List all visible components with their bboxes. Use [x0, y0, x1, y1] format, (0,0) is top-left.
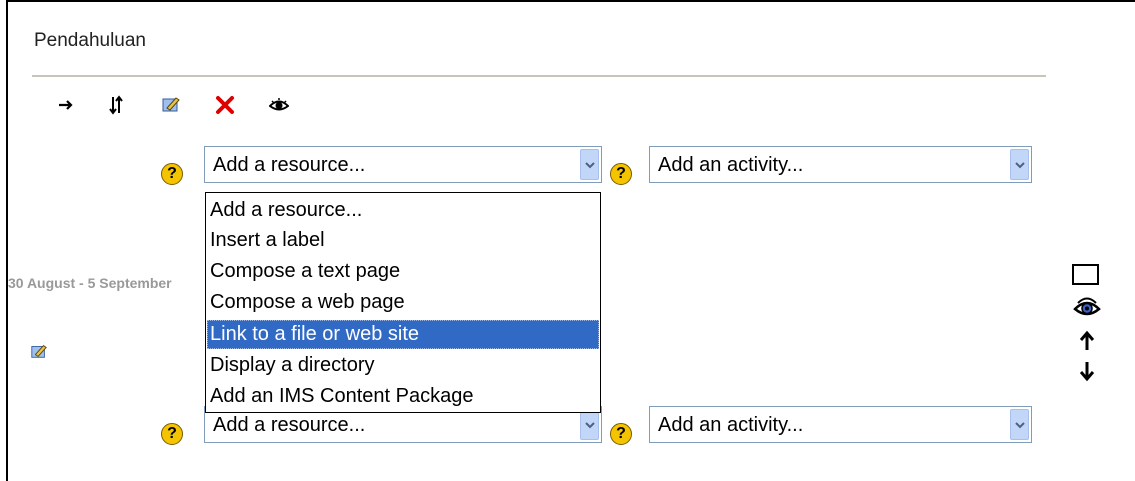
help-activity-icon[interactable]: ? [610, 423, 632, 445]
dropdown-option[interactable]: Compose a text page [207, 257, 599, 286]
move-up-icon[interactable] [1078, 330, 1096, 352]
dropdown-option-selected[interactable]: Link to a file or web site [207, 320, 599, 349]
dropdown-option[interactable]: Insert a label [207, 226, 599, 255]
add-resource-value: Add a resource... [213, 414, 366, 436]
visibility-eye-icon[interactable] [269, 94, 289, 116]
chevron-down-icon [1015, 162, 1025, 169]
add-activity-select-week[interactable]: Add an activity... [649, 406, 1032, 443]
add-resource-select[interactable]: Add a resource... [204, 146, 602, 183]
help-resource-icon[interactable]: ? [161, 163, 183, 185]
add-activity-value: Add an activity... [658, 414, 804, 436]
add-resource-value: Add a resource... [213, 154, 366, 176]
chevron-down-icon [585, 422, 595, 429]
highlight-toggle-box[interactable] [1072, 264, 1099, 285]
dropdown-option[interactable]: Add an IMS Content Package [207, 382, 599, 411]
dropdown-arrow-button[interactable] [580, 409, 599, 440]
dropdown-option[interactable]: Compose a web page [207, 288, 599, 317]
week-date-label: 30 August - 5 September [8, 275, 172, 291]
delete-icon[interactable] [215, 94, 235, 116]
resource-dropdown-list[interactable]: Add a resource... Insert a label Compose… [205, 192, 601, 413]
move-down-icon[interactable] [1078, 360, 1096, 382]
dropdown-option[interactable]: Add a resource... [207, 196, 599, 225]
dropdown-arrow-button[interactable] [580, 149, 599, 180]
add-activity-select[interactable]: Add an activity... [649, 146, 1032, 183]
dropdown-option[interactable]: Display a directory [207, 351, 599, 380]
section-divider [32, 75, 1046, 77]
add-activity-value: Add an activity... [658, 154, 804, 176]
help-activity-icon[interactable]: ? [610, 163, 632, 185]
section-title: Pendahuluan [34, 30, 146, 51]
move-updown-icon[interactable] [106, 94, 126, 116]
chevron-down-icon [1015, 422, 1025, 429]
edit-icon[interactable] [161, 94, 181, 116]
help-resource-icon[interactable]: ? [161, 423, 183, 445]
dropdown-arrow-button[interactable] [1010, 409, 1029, 440]
eye-visibility-icon[interactable] [1072, 294, 1102, 322]
edit-summary-icon[interactable] [30, 342, 48, 360]
move-arrow-icon[interactable] [56, 94, 76, 116]
dropdown-arrow-button[interactable] [1010, 149, 1029, 180]
chevron-down-icon [585, 162, 595, 169]
